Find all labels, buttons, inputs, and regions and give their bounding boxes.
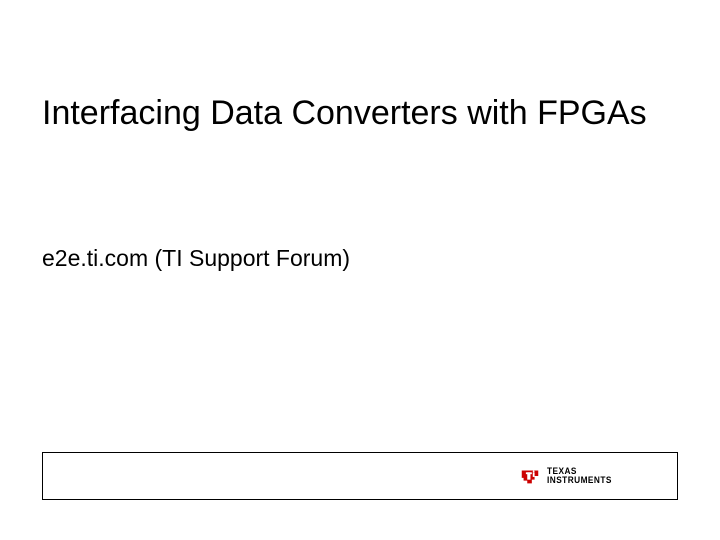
footer-bar: TEXAS INSTRUMENTS <box>42 452 678 500</box>
ti-logo: TEXAS INSTRUMENTS <box>519 465 618 487</box>
ti-chip-icon <box>519 465 541 487</box>
slide-title: Interfacing Data Converters with FPGAs <box>42 92 660 135</box>
ti-logo-line2: INSTRUMENTS <box>547 476 612 485</box>
slide-subtitle: e2e.ti.com (TI Support Forum) <box>42 245 350 272</box>
ti-logo-text: TEXAS INSTRUMENTS <box>547 467 612 484</box>
